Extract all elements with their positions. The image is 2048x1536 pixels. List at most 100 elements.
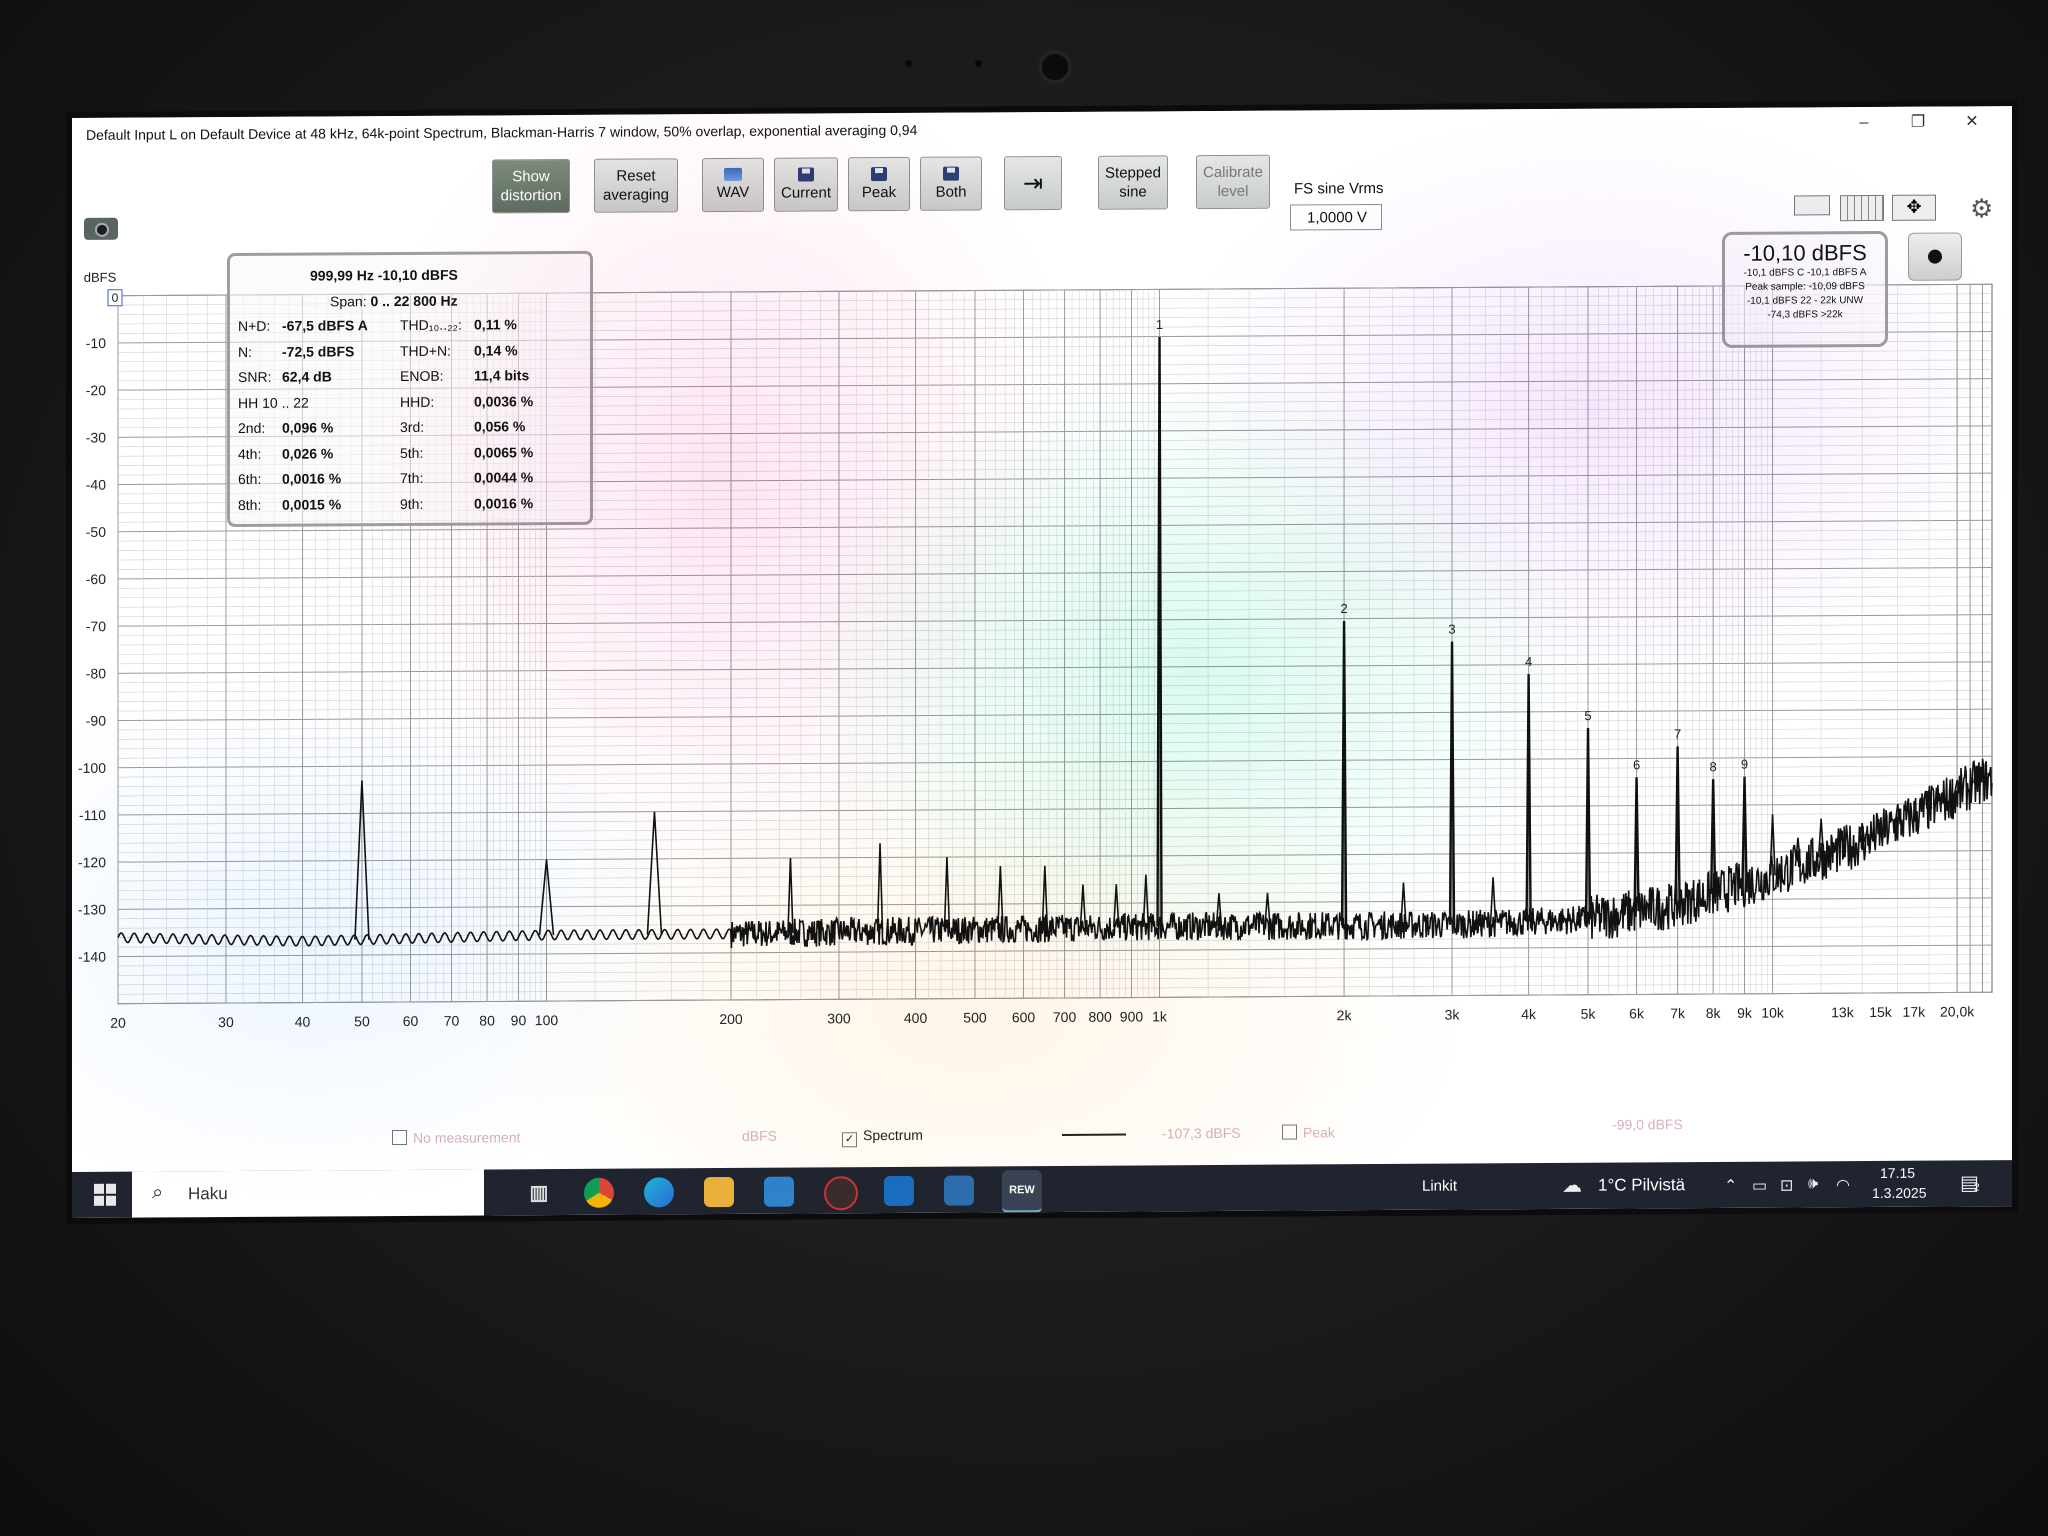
no-measurement-label: No measurement (413, 1129, 521, 1146)
current-label: Current (780, 183, 832, 202)
left-metric-value: -67,5 dBFS A (282, 317, 368, 334)
task-view-icon[interactable]: ▥ (524, 1178, 554, 1208)
y-tick-label: -110 (79, 807, 106, 823)
weather-text[interactable]: 1°C Pilvistä (1598, 1175, 1685, 1196)
left-metric-label: 4th: (238, 445, 262, 462)
right-metric-label: 9th: (400, 495, 424, 512)
harmonic-label: 9 (1741, 757, 1748, 772)
distortion-panel: 999,99 Hz -10,10 dBFS Span: 0 .. 22 800 … (227, 250, 593, 528)
outlook-icon[interactable] (884, 1175, 914, 1207)
taskbar-search[interactable]: ⌕ Haku (132, 1169, 484, 1218)
x-tick-label: 13k (1831, 1004, 1855, 1020)
y-tick-label: -20 (86, 382, 106, 398)
save-both-button[interactable]: Both (920, 156, 982, 211)
right-metric-label: THD₁₀..₂₂: (400, 316, 462, 333)
search-input[interactable]: Haku (188, 1184, 228, 1204)
spectrum-legend[interactable]: ✓ Spectrum (842, 1127, 923, 1148)
peak-checkbox[interactable] (1282, 1124, 1297, 1140)
wav-button[interactable]: WAV (702, 157, 764, 213)
reset-averaging-button[interactable]: Reset averaging (594, 158, 678, 213)
right-metric-label: ENOB: (400, 367, 444, 384)
x-tick-label: 700 (1053, 1009, 1077, 1025)
toolbar: Show distortion Reset averaging WAV Curr… (72, 138, 2012, 240)
y-tick-label: -130 (78, 901, 106, 917)
y-tick-label: -100 (78, 760, 106, 776)
spectrum-checkbox[interactable]: ✓ (842, 1132, 857, 1148)
save-current-button[interactable]: Current (774, 157, 838, 212)
x-tick-label: 9k (1737, 1005, 1753, 1021)
volume-icon[interactable]: 🕪 (1808, 1175, 1818, 1193)
links-toolbar[interactable]: Linkit (1422, 1178, 1457, 1195)
x-tick-label: 7k (1670, 1005, 1686, 1021)
store-icon[interactable] (764, 1176, 794, 1207)
file-explorer-icon[interactable] (704, 1176, 734, 1208)
x-tick-label: 5k (1581, 1006, 1597, 1022)
left-metric-label: SNR: (238, 368, 272, 385)
x-tick-label: 80 (479, 1012, 495, 1028)
right-metric-label: 5th: (400, 444, 424, 461)
right-metric-value: 0,0036 % (474, 392, 534, 410)
floppy-icon (798, 166, 814, 182)
x-tick-label: 20 (110, 1015, 126, 1031)
app-icon[interactable] (944, 1175, 974, 1206)
show-distortion-button[interactable]: Show distortion (492, 158, 570, 214)
laptop-bezel: Default Input L on Default Device at 48 … (0, 0, 2048, 1536)
rew-app-icon[interactable]: REW (1002, 1170, 1042, 1214)
minimize-button[interactable]: – (1842, 111, 1886, 135)
harmonic-label: 1 (1156, 317, 1163, 332)
chevron-up-icon[interactable]: ⌃ (1724, 1176, 1737, 1196)
x-tick-label: 100 (535, 1012, 559, 1028)
no-measurement-legend[interactable]: No measurement (392, 1129, 520, 1146)
stepped-sine-label-2: sine (1119, 183, 1147, 201)
edge-icon[interactable] (644, 1177, 674, 1208)
clock-date[interactable]: 1.3.2025 (1872, 1185, 1927, 1201)
left-metric-label: 6th: (238, 470, 262, 487)
windows-start-icon[interactable] (94, 1183, 116, 1206)
clock-time[interactable]: 17.15 (1880, 1165, 1915, 1181)
right-metric-value: 0,056 % (474, 418, 526, 435)
x-tick-label: 90 (511, 1012, 527, 1028)
battery-icon[interactable]: ▭ (1752, 1176, 1767, 1196)
left-metric-value: 0,026 % (282, 444, 334, 462)
sensor-dot (975, 60, 982, 67)
level-line: -74,3 dBFS >22k (1767, 309, 1843, 321)
right-metric-label: 3rd: (400, 418, 425, 435)
x-tick-label: 15k (1869, 1004, 1893, 1020)
network-icon[interactable]: ⊡ (1780, 1175, 1793, 1195)
fundamental-readout: 999,99 Hz -10,10 dBFS (310, 266, 458, 284)
x-tick-label: 8k (1706, 1005, 1722, 1021)
left-metric-label: HH 10 .. 22 (238, 394, 309, 411)
x-tick-label: 1k (1152, 1008, 1168, 1024)
x-tick-label: 40 (295, 1014, 311, 1030)
x-tick-label: 30 (218, 1014, 234, 1030)
save-peak-button[interactable]: Peak (848, 156, 910, 212)
chrome-icon[interactable] (584, 1177, 614, 1208)
harmonic-label: 5 (1584, 708, 1591, 723)
right-metric-value: 0,0044 % (474, 469, 534, 486)
cloud-icon: ☁ (1562, 1174, 1582, 1197)
show-distortion-label-1: Show (512, 168, 550, 186)
left-metric-value: 62,4 dB (282, 368, 332, 385)
left-metric-label: N+D: (238, 317, 271, 334)
no-measurement-checkbox[interactable] (392, 1129, 407, 1146)
reset-averaging-label-2: averaging (603, 186, 669, 204)
y-tick-label: -90 (86, 713, 106, 729)
notification-count: 2 (1974, 1182, 1980, 1194)
export-button[interactable]: ⇥ (1004, 155, 1062, 211)
left-metric-label: N: (238, 343, 252, 360)
calibrate-level-button[interactable]: Calibrate level (1196, 154, 1270, 210)
wifi-icon[interactable]: ◠ (1836, 1175, 1850, 1195)
close-button[interactable]: ✕ (1950, 110, 1994, 134)
record-button[interactable] (1908, 232, 1962, 281)
y-axis-unit: dBFS (84, 270, 117, 285)
peak-legend[interactable]: Peak (1282, 1124, 1335, 1140)
x-tick-label: 300 (827, 1010, 851, 1026)
restore-button[interactable]: ❐ (1896, 111, 1940, 135)
media-icon[interactable] (824, 1176, 858, 1211)
y-tick-label: -50 (86, 524, 106, 540)
x-tick-label: 4k (1521, 1006, 1537, 1022)
window-title: Default Input L on Default Device at 48 … (86, 121, 918, 143)
y-max-value: 0 (112, 291, 119, 305)
x-tick-label: 70 (444, 1013, 460, 1029)
stepped-sine-button[interactable]: Stepped sine (1098, 155, 1168, 210)
